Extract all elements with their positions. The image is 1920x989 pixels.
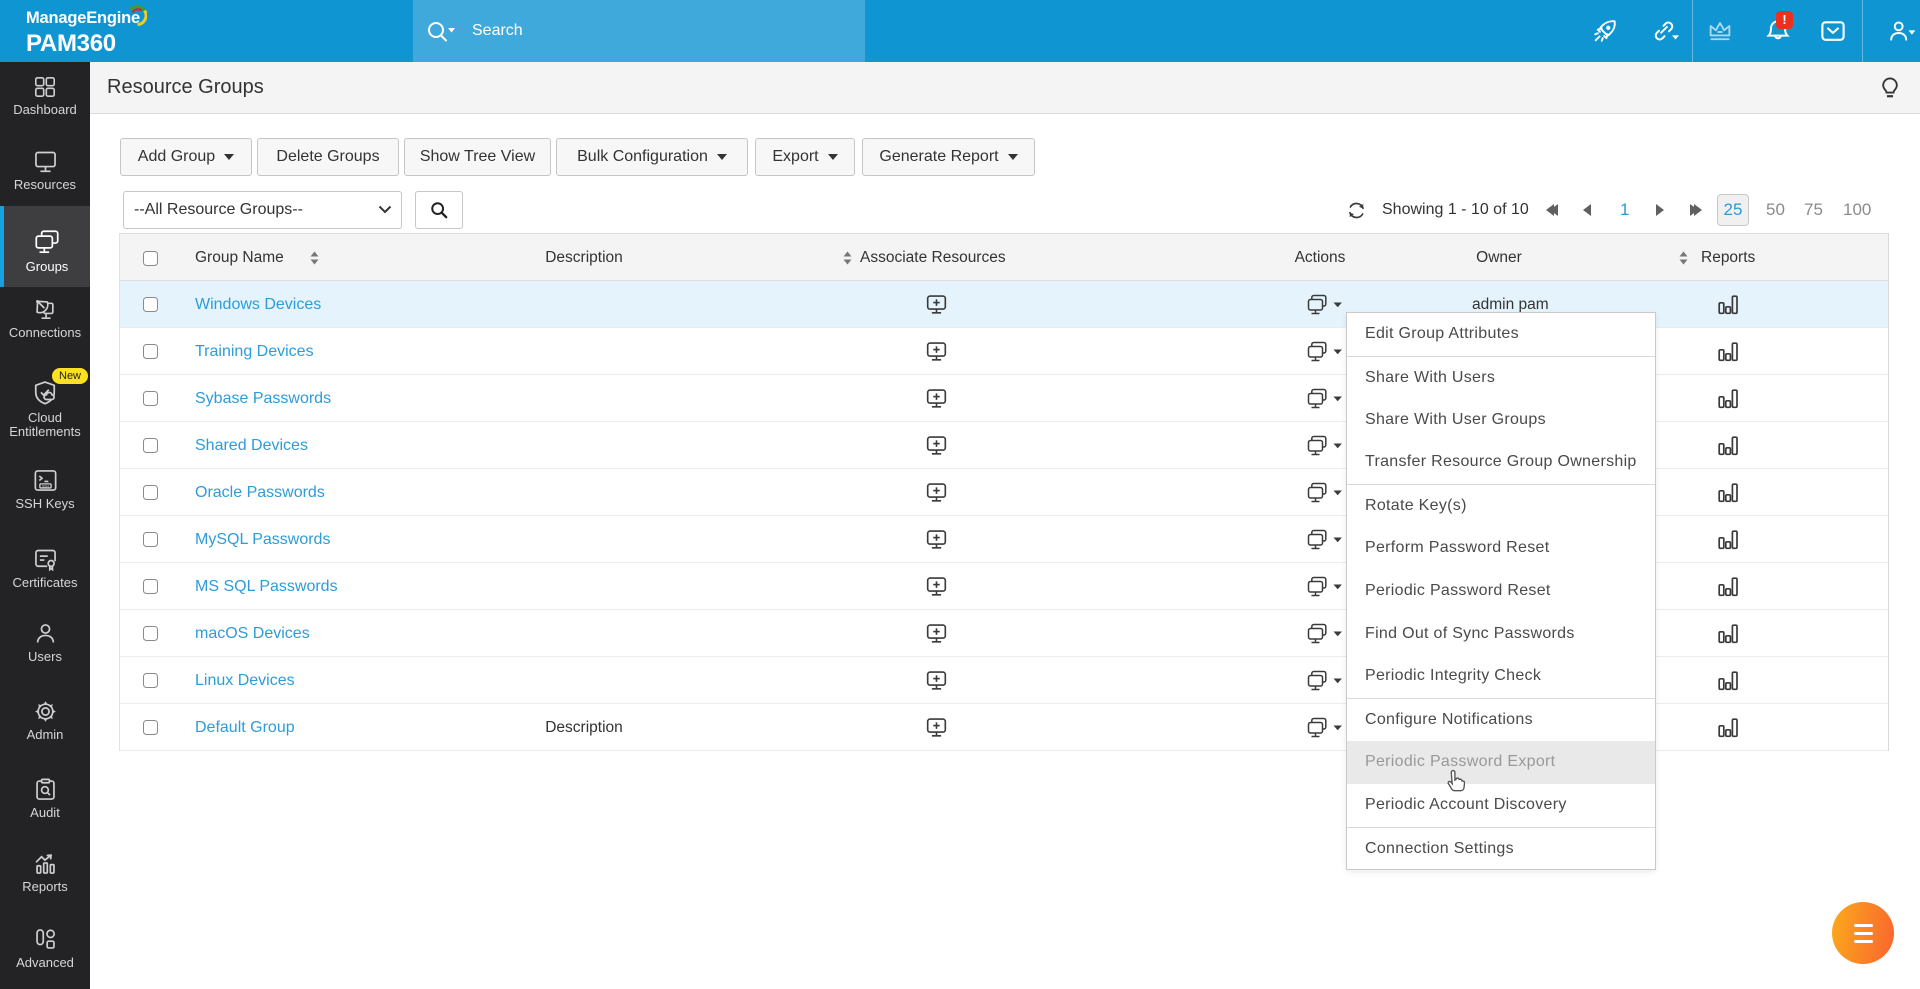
svg-text:SSH: SSH <box>42 484 49 488</box>
